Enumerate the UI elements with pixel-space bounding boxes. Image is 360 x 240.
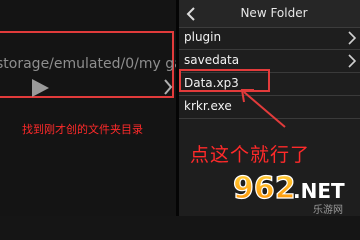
back-icon[interactable] bbox=[184, 6, 198, 22]
arrow-icon bbox=[240, 89, 286, 128]
folder-title: New Folder bbox=[240, 6, 308, 20]
watermark-subtext: 乐游网 bbox=[313, 203, 343, 216]
browser-header: New Folder bbox=[179, 0, 360, 28]
file-item-label: krkr.exe bbox=[184, 99, 232, 113]
watermark-number: 962 bbox=[233, 171, 296, 206]
file-item-label: plugin bbox=[184, 30, 222, 44]
watermark-logo: 962 .NET 乐游网 bbox=[232, 170, 345, 216]
left-pane: storage/emulated/0/my game 找到刚才创的文件夹目录 bbox=[0, 0, 176, 216]
right-annotation: 点这个就行了 bbox=[190, 144, 311, 166]
chevron-right-icon bbox=[348, 31, 356, 45]
chevron-right-icon bbox=[348, 54, 356, 68]
file-item-label: savedata bbox=[184, 53, 240, 67]
path-text: storage/emulated/0/my game bbox=[0, 56, 176, 72]
play-icon[interactable] bbox=[30, 78, 50, 98]
chevron-right-icon[interactable] bbox=[163, 79, 173, 95]
left-annotation: 找到刚才创的文件夹目录 bbox=[22, 123, 143, 136]
file-item-plugin[interactable]: plugin bbox=[179, 27, 360, 50]
watermark-suffix: .NET bbox=[293, 179, 345, 203]
